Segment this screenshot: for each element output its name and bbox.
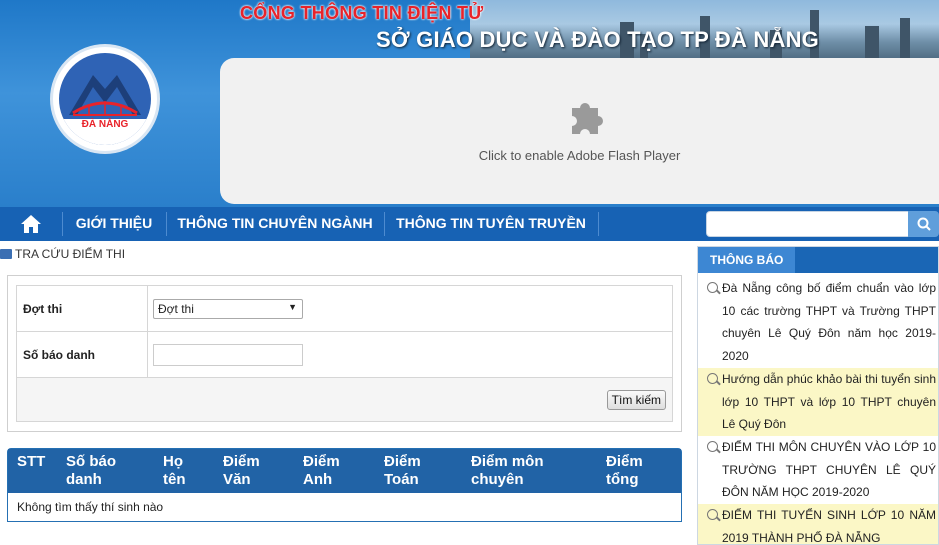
news-item[interactable]: Hướng dẫn phúc khảo bài thi tuyển sinh l… xyxy=(698,368,938,436)
news-title: ĐIỂM THI TUYỂN SINH LỚP 10 NĂM 2019 THÀN… xyxy=(722,508,936,545)
news-title: Hướng dẫn phúc khảo bài thi tuyển sinh l… xyxy=(722,372,936,431)
results-header: STT Số báo danh Họ tên Điểm Văn Điểm Anh… xyxy=(8,449,681,493)
exam-select-value: Đợt thi xyxy=(158,301,194,316)
department-title: SỞ GIÁO DỤC VÀ ĐÀO TẠO TP ĐÀ NẴNG xyxy=(376,27,819,52)
page: CỔNG THÔNG TIN ĐIỆN TỬ SỞ GIÁO DỤC VÀ ĐÀ… xyxy=(0,0,939,545)
puzzle-plugin-icon xyxy=(572,103,603,134)
flash-placeholder[interactable]: Click to enable Adobe Flash Player xyxy=(220,58,939,204)
search-form: Đợt thi Đợt thi ▼ Số báo danh Tìm kiếm xyxy=(7,275,682,432)
site-header: CỔNG THÔNG TIN ĐIỆN TỬ SỞ GIÁO DỤC VÀ ĐÀ… xyxy=(0,0,939,207)
nav-item-propaganda-info[interactable]: THÔNG TIN TUYÊN TRUYỀN xyxy=(386,207,596,241)
candidate-number-input[interactable] xyxy=(153,343,303,366)
col-stt: STT xyxy=(17,453,46,470)
candidate-number-label: Số báo danh xyxy=(16,331,148,378)
news-title: Đà Nẵng công bố điểm chuẩn vào lớp 10 cá… xyxy=(722,281,936,363)
exam-select[interactable]: Đợt thi ▼ xyxy=(153,298,303,319)
col-full-name: Họ tên xyxy=(163,453,186,488)
nav-item-specialized-info[interactable]: THÔNG TIN CHUYÊN NGÀNH xyxy=(168,207,382,241)
search-submit-button[interactable]: Tìm kiếm xyxy=(606,389,666,410)
nav-item-about[interactable]: GIỚI THIỆU xyxy=(64,207,164,241)
empty-results-message: Không tìm thấy thí sinh nào xyxy=(17,500,164,514)
col-total-score: Điểm tổng xyxy=(606,453,643,488)
news-title: ĐIỂM THI MÔN CHUYÊN VÀO LỚP 10 TRƯỜNG TH… xyxy=(722,440,936,499)
news-item[interactable]: Đà Nẵng công bố điểm chuẩn vào lớp 10 cá… xyxy=(698,277,938,367)
news-item[interactable]: ĐIỂM THI TUYỂN SINH LỚP 10 NĂM 2019 THÀN… xyxy=(698,504,938,545)
breadcrumb: TRA CỨU ĐIỂM THI xyxy=(0,247,125,261)
magnifier-icon xyxy=(707,509,718,520)
magnifier-icon xyxy=(707,373,718,384)
magnifier-icon xyxy=(707,282,718,293)
col-english-score: Điểm Anh xyxy=(303,453,340,488)
announcements-title: THÔNG BÁO xyxy=(698,247,796,273)
breadcrumb-label: TRA CỨU ĐIỂM THI xyxy=(15,247,126,261)
search-input[interactable] xyxy=(706,211,910,237)
logo-emblem: ĐÀ NẴNG xyxy=(59,53,151,145)
dropdown-arrow-icon: ▼ xyxy=(288,301,297,312)
col-math-score: Điểm Toán xyxy=(384,453,421,488)
magnifier-icon xyxy=(707,441,718,452)
news-item[interactable]: ĐIỂM THI MÔN CHUYÊN VÀO LỚP 10 TRƯỜNG TH… xyxy=(698,436,938,504)
danang-logo[interactable]: ĐÀ NẴNG xyxy=(50,44,160,154)
flash-message: Click to enable Adobe Flash Player xyxy=(478,148,681,163)
search-icon xyxy=(917,217,931,231)
announcements-panel: THÔNG BÁO Đà Nẵng công bố điểm chuẩn vào… xyxy=(697,246,939,545)
logo-text: ĐÀ NẴNG xyxy=(81,119,129,130)
bridge-icon xyxy=(59,75,151,145)
col-specialized-score: Điểm môn chuyên xyxy=(471,453,544,488)
search-form-table: Đợt thi Đợt thi ▼ Số báo danh Tìm kiếm xyxy=(16,285,673,422)
col-literature-score: Điểm Văn xyxy=(223,453,260,488)
portal-title: CỔNG THÔNG TIN ĐIỆN TỬ xyxy=(240,3,484,23)
col-candidate-number: Số báo danh xyxy=(66,453,117,488)
search-button[interactable] xyxy=(908,211,939,237)
results-table: STT Số báo danh Họ tên Điểm Văn Điểm Anh… xyxy=(7,448,682,522)
announcements-header: THÔNG BÁO xyxy=(698,247,938,273)
home-button[interactable] xyxy=(0,207,62,241)
grade-lookup-icon xyxy=(0,249,12,259)
home-icon xyxy=(21,215,41,233)
exam-label: Đợt thi xyxy=(16,285,148,332)
